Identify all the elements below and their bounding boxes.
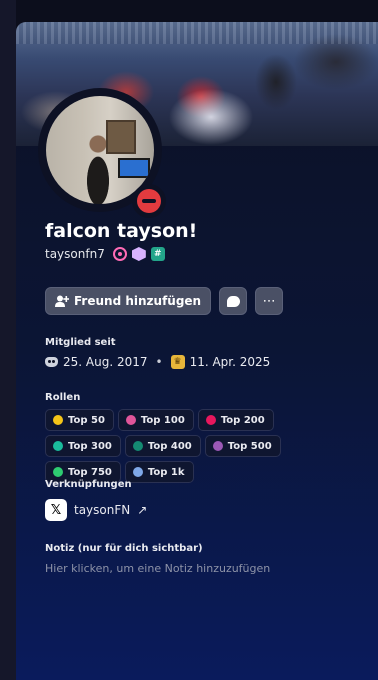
roles-title: Rollen: [45, 392, 81, 403]
avatar-tv: [118, 158, 150, 178]
member-since-title: Mitglied seit: [45, 337, 116, 348]
role-label: Top 50: [68, 414, 105, 426]
date-separator: •: [155, 355, 163, 369]
username-row: taysonfn7 #: [45, 247, 165, 261]
add-friend-icon: [55, 295, 69, 307]
profile-panel: falcon tayson! taysonfn7 # Freund hinzuf…: [16, 22, 378, 680]
role-chip[interactable]: Top 200: [197, 409, 274, 431]
message-button[interactable]: [219, 287, 248, 315]
discord-logo-icon: [45, 357, 58, 367]
role-color-dot: [205, 415, 216, 425]
role-color-dot: [53, 415, 63, 425]
role-chip[interactable]: Top 50: [45, 409, 114, 431]
role-label: Top 300: [68, 440, 112, 452]
member-since-row: 25. Aug. 2017 • ♛ 11. Apr. 2025: [45, 355, 270, 369]
role-label: Top 500: [227, 440, 272, 452]
nitro-badge-icon[interactable]: [112, 247, 127, 261]
hypesquad-hex-badge-icon[interactable]: [131, 247, 146, 261]
action-buttons: Freund hinzufügen ⋯: [45, 287, 284, 315]
connections-title: Verknüpfungen: [45, 479, 132, 490]
connection-item[interactable]: 𝕏 taysonFN ↗: [45, 499, 147, 521]
discord-join-date: 25. Aug. 2017: [63, 355, 148, 369]
role-label: Top 100: [140, 414, 185, 426]
role-chip[interactable]: Top 300: [45, 435, 121, 457]
status-indicator: [132, 184, 166, 218]
note-title: Notiz (nur für dich sichtbar): [45, 543, 203, 554]
window-left-edge: [0, 0, 16, 680]
role-label: Top 200: [220, 414, 265, 426]
role-color-dot: [132, 467, 143, 477]
server-join-date: 11. Apr. 2025: [189, 355, 271, 369]
avatar-shelf: [106, 120, 136, 154]
roles-list: Top 50 Top 100 Top 200 Top 300 Top 400 T…: [45, 409, 335, 483]
add-friend-button[interactable]: Freund hinzufügen: [45, 287, 212, 315]
display-name: falcon tayson!: [45, 220, 198, 242]
role-color-dot: [212, 441, 223, 451]
message-bubble-icon: [226, 295, 240, 307]
note-input[interactable]: Hier klicken, um eine Notiz hinzuzufügen: [45, 562, 270, 575]
role-label: Top 750: [68, 466, 112, 478]
role-color-dot: [53, 441, 63, 451]
avatar-ring: [38, 88, 166, 218]
role-chip[interactable]: Top 500: [204, 435, 281, 457]
role-label: Top 400: [147, 440, 192, 452]
x-twitter-icon: 𝕏: [45, 499, 67, 521]
server-crown-icon: ♛: [170, 355, 185, 369]
do-not-disturb-icon: [137, 189, 161, 213]
hashtag-badge-icon[interactable]: #: [150, 247, 165, 261]
external-link-icon[interactable]: ↗: [137, 503, 147, 517]
role-chip[interactable]: Top 1k: [124, 461, 194, 483]
username[interactable]: taysonfn7: [45, 247, 105, 261]
connection-name[interactable]: taysonFN: [74, 503, 130, 517]
role-color-dot: [53, 467, 63, 477]
role-label: Top 1k: [147, 466, 185, 478]
more-options-button[interactable]: ⋯: [255, 287, 284, 315]
add-friend-label: Freund hinzufügen: [74, 294, 202, 308]
more-icon: ⋯: [262, 293, 276, 309]
role-color-dot: [125, 415, 136, 425]
role-chip[interactable]: Top 400: [124, 435, 201, 457]
role-chip[interactable]: Top 100: [117, 409, 194, 431]
role-color-dot: [132, 441, 143, 451]
